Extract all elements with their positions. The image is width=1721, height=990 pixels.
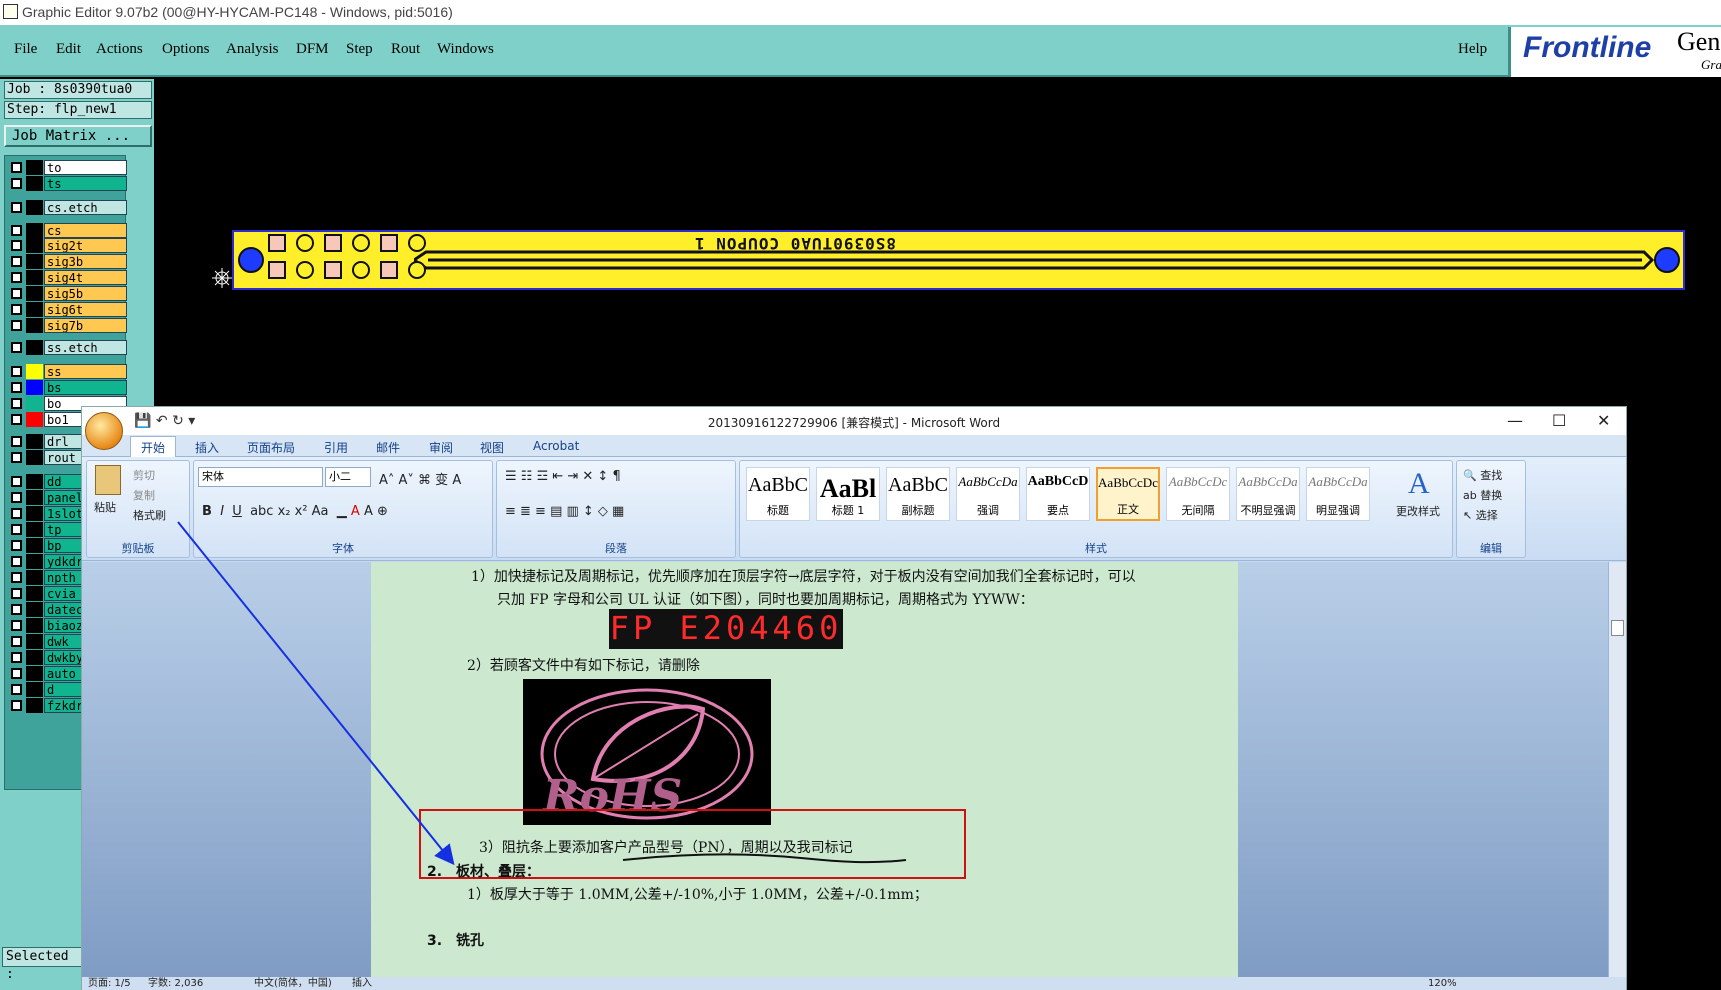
office-button-icon[interactable] bbox=[85, 412, 123, 450]
screen: Graphic Editor 9.07b2 (00@HY-HYCAM-PC148… bbox=[0, 0, 1721, 990]
annotation-arrow bbox=[177, 521, 455, 866]
